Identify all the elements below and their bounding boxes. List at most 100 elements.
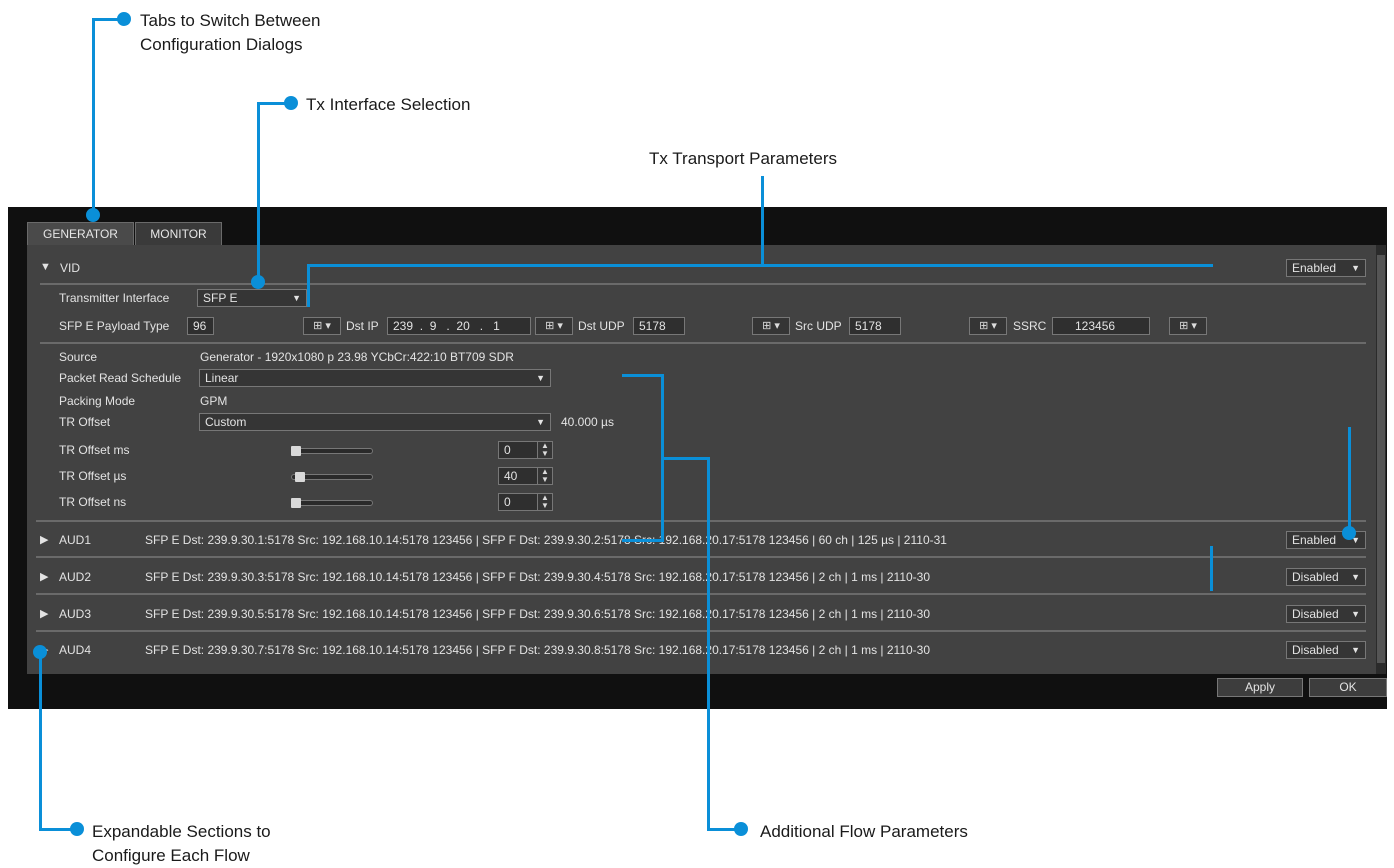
packing-mode-label: Packing Mode [59, 394, 136, 408]
aud1-label[interactable]: AUD1 [59, 531, 91, 549]
tr-offset-ms-label: TR Offset ms [59, 443, 130, 457]
callout-tabs-line [92, 18, 95, 214]
callout-status-line [1210, 546, 1213, 591]
tr-offset-ns-label: TR Offset ns [59, 495, 127, 509]
divider [36, 520, 1366, 522]
aud4-status-value: Disabled [1292, 643, 1339, 657]
dst-udp-field[interactable]: 5178 [633, 317, 685, 335]
grid-icon[interactable]: ⊞ ▾ [752, 317, 790, 335]
tr-offset-select[interactable]: Custom ▼ [199, 413, 551, 431]
callout-dot [734, 822, 748, 836]
aud3-status-select[interactable]: Disabled ▼ [1286, 605, 1366, 623]
dst-ip-octet-1: 239 [393, 319, 414, 333]
packet-read-value: Linear [205, 371, 239, 385]
dst-ip-octet-2: 9 [429, 319, 437, 333]
callout-tabs-line2: Configuration Dialogs [140, 35, 303, 54]
ssrc-field[interactable]: 123456 [1052, 317, 1150, 335]
callout-tx-transport: Tx Transport Parameters [649, 149, 838, 168]
callout-tabs: Tabs to Switch Between Configuration Dia… [140, 9, 320, 57]
tr-offset-label: TR Offset [59, 415, 111, 429]
transmitter-interface-select[interactable]: SFP E ▼ [197, 289, 307, 307]
apply-button[interactable]: Apply [1217, 678, 1303, 697]
callout-additional-line [661, 457, 710, 460]
vertical-scrollbar[interactable] [1376, 245, 1386, 674]
packet-read-select[interactable]: Linear ▼ [199, 369, 551, 387]
callout-dot [86, 208, 100, 222]
collapse-triangle-icon[interactable]: ▼ [40, 261, 51, 273]
source-label: Source [59, 350, 98, 364]
dst-udp-label: Dst UDP [578, 319, 625, 333]
src-udp-field[interactable]: 5178 [849, 317, 901, 335]
vid-status-value: Enabled [1292, 261, 1337, 275]
callout-dot [1342, 526, 1356, 540]
divider [40, 342, 1366, 344]
callout-dot [117, 12, 131, 26]
callout-interface-line [257, 102, 260, 281]
spinner-icon[interactable]: ▲ ▼ [537, 493, 553, 511]
packing-mode-value: GPM [200, 394, 228, 408]
dst-ip-label: Dst IP [346, 319, 379, 333]
transmitter-interface-label: Transmitter Interface [59, 291, 170, 305]
callout-tx-interface: Tx Interface Selection [306, 95, 471, 114]
spinner-icon[interactable]: ▲ ▼ [537, 441, 553, 459]
aud4-label[interactable]: AUD4 [59, 641, 91, 659]
chevron-down-icon: ▼ [536, 417, 545, 427]
payload-type-field[interactable]: 96 [187, 317, 214, 335]
slider-handle[interactable] [295, 472, 305, 482]
tab-monitor[interactable]: MONITOR [135, 222, 222, 245]
divider [36, 593, 1366, 595]
aud2-label[interactable]: AUD2 [59, 568, 91, 586]
tr-offset-ms-field[interactable]: 0 [498, 441, 538, 459]
callout-expandable-line1: Expandable Sections to [92, 822, 271, 841]
vid-section-label[interactable]: VID [60, 259, 80, 277]
dst-ip-field[interactable]: 239 . 9 . 20 . 1 [387, 317, 531, 335]
chevron-down-icon: ▼ [292, 293, 301, 303]
tr-offset-ns-slider[interactable] [291, 500, 373, 506]
chevron-down-icon: ▼ [1351, 609, 1360, 619]
ok-button[interactable]: OK [1309, 678, 1387, 697]
scrollbar-thumb[interactable] [1377, 255, 1385, 663]
expand-triangle-icon[interactable]: ▶ [40, 533, 48, 546]
spinner-icon[interactable]: ▲ ▼ [537, 467, 553, 485]
grid-icon[interactable]: ⊞ ▾ [969, 317, 1007, 335]
tab-generator[interactable]: GENERATOR [27, 222, 134, 245]
expand-triangle-icon[interactable]: ▶ [40, 607, 48, 620]
tr-offset-ms-slider[interactable] [291, 448, 373, 454]
tr-offset-value: Custom [205, 415, 247, 429]
aud4-summary: SFP E Dst: 239.9.30.7:5178 Src: 192.168.… [145, 643, 931, 657]
tr-offset-ns-field[interactable]: 0 [498, 493, 538, 511]
chevron-down-icon: ▼ [1351, 645, 1360, 655]
aud3-status-value: Disabled [1292, 607, 1339, 621]
callout-transport-line [307, 264, 1213, 267]
tr-offset-us-field[interactable]: 40 [498, 467, 538, 485]
chevron-down-icon: ▼ [1351, 572, 1360, 582]
aud2-status-value: Disabled [1292, 570, 1339, 584]
aud2-status-select[interactable]: Disabled ▼ [1286, 568, 1366, 586]
grid-icon[interactable]: ⊞ ▾ [303, 317, 341, 335]
callout-dot [33, 645, 47, 659]
callout-dot [251, 275, 265, 289]
callout-additional-line [622, 374, 664, 377]
chevron-down-icon: ▼ [536, 373, 545, 383]
aud3-label[interactable]: AUD3 [59, 605, 91, 623]
grid-icon[interactable]: ⊞ ▾ [1169, 317, 1207, 335]
ssrc-label: SSRC [1013, 319, 1047, 333]
divider [36, 556, 1366, 558]
slider-handle[interactable] [291, 446, 301, 456]
vid-status-select[interactable]: Enabled ▼ [1286, 259, 1366, 277]
callout-expandable-line2: Configure Each Flow [92, 846, 250, 865]
grid-icon[interactable]: ⊞ ▾ [535, 317, 573, 335]
callout-expandable-line [39, 652, 42, 831]
aud1-summary: SFP E Dst: 239.9.30.1:5178 Src: 192.168.… [145, 533, 947, 547]
expand-triangle-icon[interactable]: ▶ [40, 570, 48, 583]
payload-type-label: SFP E Payload Type [59, 319, 170, 333]
callout-transport-line [761, 176, 764, 266]
slider-handle[interactable] [291, 498, 301, 508]
chevron-down-icon: ▼ [1351, 263, 1360, 273]
dst-ip-octet-3: 20 [456, 319, 470, 333]
callout-tabs-line1: Tabs to Switch Between [140, 11, 321, 30]
tr-offset-us-label: TR Offset µs [59, 469, 127, 483]
aud4-status-select[interactable]: Disabled ▼ [1286, 641, 1366, 659]
callout-transport-line [307, 264, 310, 307]
callout-status-line [1348, 427, 1351, 531]
